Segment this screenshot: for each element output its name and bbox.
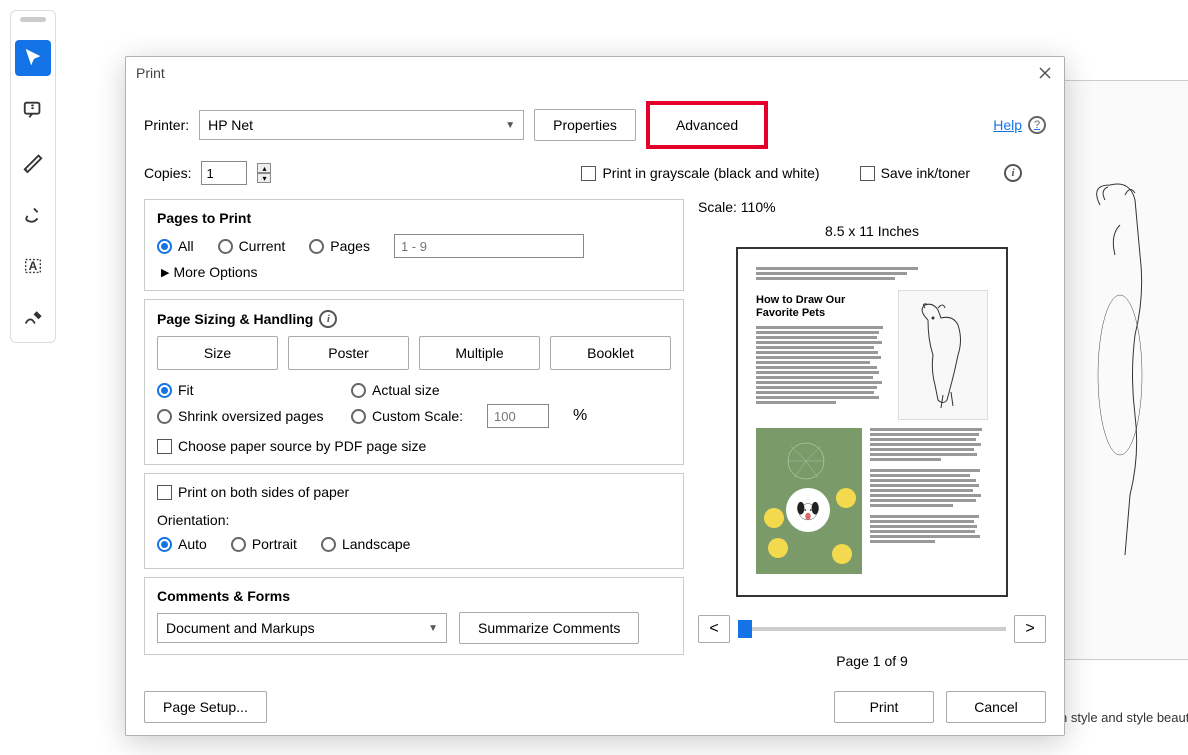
sizing-panel: Page Sizing & Handling i Size Poster Mul… bbox=[144, 299, 684, 465]
help-icon: ? bbox=[1028, 116, 1046, 134]
page-slider[interactable] bbox=[738, 627, 1006, 631]
preview-flower-image bbox=[756, 428, 862, 574]
next-page-button[interactable]: > bbox=[1014, 615, 1046, 643]
print-dialog: Print Printer: HP Net ▼ Properties Advan… bbox=[125, 56, 1065, 736]
radio-icon bbox=[309, 239, 324, 254]
advanced-button[interactable]: Advanced bbox=[650, 105, 764, 145]
preview-dog-sketch bbox=[898, 290, 988, 420]
chevron-down-icon: ▼ bbox=[505, 120, 515, 131]
radio-icon bbox=[157, 409, 172, 424]
advanced-button-highlight: Advanced bbox=[646, 101, 768, 149]
info-icon[interactable]: i bbox=[319, 310, 337, 328]
page-setup-button[interactable]: Page Setup... bbox=[144, 691, 267, 723]
chevron-down-icon: ▼ bbox=[428, 623, 438, 634]
dialog-titlebar: Print bbox=[126, 57, 1064, 89]
orientation-portrait-radio[interactable]: Portrait bbox=[231, 536, 297, 552]
highlight-tool-button[interactable] bbox=[15, 144, 51, 180]
radio-icon bbox=[218, 239, 233, 254]
radio-icon bbox=[351, 409, 366, 424]
booklet-tab-button[interactable]: Booklet bbox=[550, 336, 671, 370]
more-options-toggle[interactable]: ▶ More Options bbox=[161, 264, 671, 280]
custom-scale-input[interactable] bbox=[487, 404, 549, 428]
orientation-landscape-radio[interactable]: Landscape bbox=[321, 536, 411, 552]
copies-label: Copies: bbox=[144, 165, 191, 181]
page-number-label: Page 1 of 9 bbox=[698, 653, 1046, 669]
radio-icon bbox=[157, 537, 172, 552]
pages-current-radio[interactable]: Current bbox=[218, 238, 286, 254]
orientation-panel: Print on both sides of paper Orientation… bbox=[144, 473, 684, 569]
multiple-tab-button[interactable]: Multiple bbox=[419, 336, 540, 370]
slider-thumb-icon[interactable] bbox=[738, 620, 752, 638]
size-tab-button[interactable]: Size bbox=[157, 336, 278, 370]
spinner-up-icon[interactable]: ▴ bbox=[257, 163, 271, 173]
checkbox-icon bbox=[157, 485, 172, 500]
text-box-tool-button[interactable]: A bbox=[15, 248, 51, 284]
print-button[interactable]: Print bbox=[834, 691, 934, 723]
shrink-radio[interactable]: Shrink oversized pages bbox=[157, 408, 327, 424]
comments-forms-select[interactable]: Document and Markups ▼ bbox=[157, 613, 447, 643]
fit-radio[interactable]: Fit bbox=[157, 382, 327, 398]
comments-forms-panel: Comments & Forms Document and Markups ▼ … bbox=[144, 577, 684, 655]
cancel-button[interactable]: Cancel bbox=[946, 691, 1046, 723]
grayscale-checkbox[interactable]: Print in grayscale (black and white) bbox=[581, 165, 819, 181]
select-tool-button[interactable] bbox=[15, 40, 51, 76]
poster-tab-button[interactable]: Poster bbox=[288, 336, 409, 370]
eraser-tool-button[interactable] bbox=[15, 196, 51, 232]
draw-tool-button[interactable] bbox=[15, 300, 51, 336]
properties-button[interactable]: Properties bbox=[534, 109, 636, 141]
paper-size-label: 8.5 x 11 Inches bbox=[698, 223, 1046, 239]
page-preview: How to Draw Our Favorite Pets bbox=[736, 247, 1008, 597]
choose-paper-source-checkbox[interactable]: Choose paper source by PDF page size bbox=[157, 438, 671, 454]
percent-label: % bbox=[573, 407, 587, 425]
printer-select[interactable]: HP Net ▼ bbox=[199, 110, 524, 140]
left-toolbar: A bbox=[10, 10, 56, 343]
triangle-right-icon: ▶ bbox=[161, 266, 169, 279]
pages-range-radio[interactable]: Pages bbox=[309, 238, 370, 254]
help-link[interactable]: Help ? bbox=[993, 116, 1046, 134]
summarize-comments-button[interactable]: Summarize Comments bbox=[459, 612, 639, 644]
pages-to-print-panel: Pages to Print All Current Pages bbox=[144, 199, 684, 291]
duplex-checkbox[interactable]: Print on both sides of paper bbox=[157, 484, 671, 500]
sizing-title: Page Sizing & Handling bbox=[157, 311, 313, 327]
checkbox-icon bbox=[860, 166, 875, 181]
copies-spinner[interactable]: ▴ ▾ bbox=[257, 163, 271, 183]
checkbox-icon bbox=[157, 439, 172, 454]
radio-icon bbox=[157, 239, 172, 254]
preview-panel: Scale: 110% 8.5 x 11 Inches How to Draw … bbox=[698, 199, 1046, 669]
radio-icon bbox=[321, 537, 336, 552]
copies-input[interactable] bbox=[201, 161, 247, 185]
save-ink-checkbox[interactable]: Save ink/toner bbox=[860, 165, 971, 181]
printer-label: Printer: bbox=[144, 117, 189, 133]
custom-scale-radio[interactable]: Custom Scale: bbox=[351, 408, 463, 424]
spinner-down-icon[interactable]: ▾ bbox=[257, 173, 271, 183]
dialog-title: Print bbox=[136, 65, 165, 81]
preview-doc-title: How to Draw Our Favorite Pets bbox=[756, 294, 890, 320]
printer-value: HP Net bbox=[208, 117, 253, 133]
radio-icon bbox=[351, 383, 366, 398]
comment-tool-button[interactable] bbox=[15, 92, 51, 128]
pages-range-input[interactable] bbox=[394, 234, 584, 258]
background-text: h style and style beauty. For centuries,… bbox=[1060, 710, 1188, 725]
checkbox-icon bbox=[581, 166, 596, 181]
scale-label: Scale: 110% bbox=[698, 199, 1046, 215]
orientation-label: Orientation: bbox=[157, 512, 671, 528]
radio-icon bbox=[157, 383, 172, 398]
prev-page-button[interactable]: < bbox=[698, 615, 730, 643]
actual-size-radio[interactable]: Actual size bbox=[351, 382, 440, 398]
orientation-auto-radio[interactable]: Auto bbox=[157, 536, 207, 552]
drag-handle-icon[interactable] bbox=[20, 17, 46, 22]
pages-to-print-title: Pages to Print bbox=[157, 210, 671, 226]
comments-forms-title: Comments & Forms bbox=[157, 588, 671, 604]
pages-all-radio[interactable]: All bbox=[157, 238, 194, 254]
close-button[interactable] bbox=[1036, 64, 1054, 82]
info-icon[interactable]: i bbox=[1004, 164, 1022, 182]
radio-icon bbox=[231, 537, 246, 552]
background-dog-sketch bbox=[1070, 100, 1188, 650]
